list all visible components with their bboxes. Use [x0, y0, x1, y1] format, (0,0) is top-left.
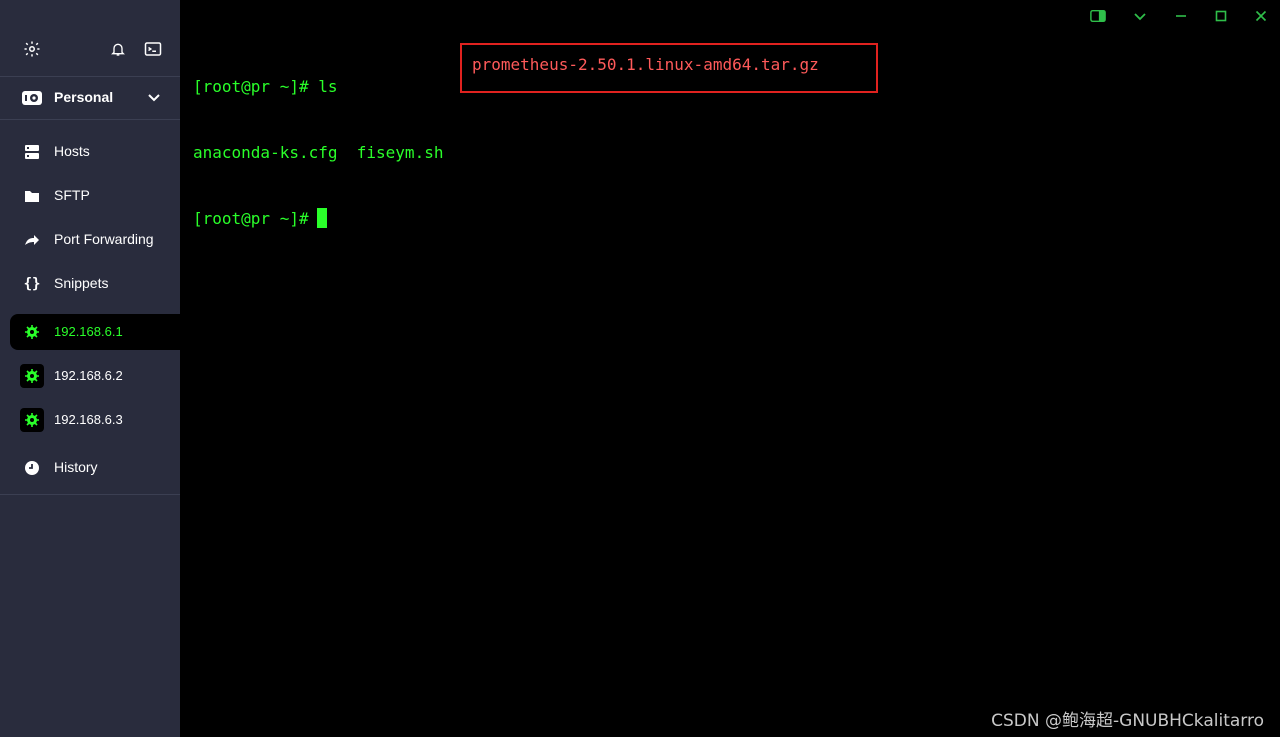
sidebar-item-label: History	[54, 459, 98, 475]
host-gear-icon	[20, 364, 44, 388]
terminal-output[interactable]: [root@pr ~]# ls anaconda-ks.cfg fiseym.s…	[193, 32, 443, 274]
sidebar-item-label: Hosts	[54, 143, 90, 159]
highlighted-file-entry: prometheus-2.50.1.linux-amd64.tar.gz	[472, 55, 819, 74]
terminal-cursor	[316, 208, 327, 228]
sidebar-item-sftp[interactable]: SFTP	[0, 178, 180, 214]
terminal-line: [root@pr ~]# ls	[193, 77, 338, 96]
bell-icon[interactable]	[108, 39, 128, 59]
file-entry: anaconda-ks.cfg	[193, 143, 338, 162]
sidebar-item-port-forwarding[interactable]: Port Forwarding	[0, 222, 180, 258]
sidebar: Personal Hosts SFTP Port Forwarding {} S…	[0, 0, 180, 737]
host-gear-icon	[20, 320, 44, 344]
sidebar-item-hosts[interactable]: Hosts	[0, 134, 180, 170]
file-entry: fiseym.sh	[356, 143, 444, 162]
host-tab-label: 192.168.6.2	[54, 368, 123, 383]
vault-icon	[22, 91, 42, 105]
host-tab-192-168-6-3[interactable]: 192.168.6.3	[0, 402, 180, 438]
terminal-icon[interactable]	[143, 39, 163, 59]
maximize-icon[interactable]	[1213, 8, 1229, 24]
sidebar-item-label: Port Forwarding	[54, 231, 154, 247]
terminal-prompt-line: [root@pr ~]#	[193, 208, 443, 230]
chevron-down-icon[interactable]	[1132, 8, 1148, 24]
host-tab-192-168-6-1[interactable]: 192.168.6.1	[10, 314, 180, 350]
app-window: Personal Hosts SFTP Port Forwarding {} S…	[0, 0, 1280, 737]
host-gear-icon	[20, 408, 44, 432]
sidebar-item-history[interactable]: History	[0, 450, 180, 486]
chevron-down-icon[interactable]	[146, 91, 162, 105]
terminal-line: anaconda-ks.cfg fiseym.sh	[193, 142, 443, 164]
divider	[0, 494, 180, 495]
host-tab-192-168-6-2[interactable]: 192.168.6.2	[0, 358, 180, 394]
split-view-icon[interactable]	[1090, 8, 1106, 24]
terminal-prompt: [root@pr ~]#	[193, 209, 309, 228]
minimize-icon[interactable]	[1173, 8, 1189, 24]
close-icon[interactable]	[1253, 8, 1269, 24]
sidebar-item-label: Snippets	[54, 275, 109, 291]
watermark: CSDN @鲍海超-GNUBHCkalitarro	[991, 711, 1264, 731]
vault-selector[interactable]: Personal	[0, 77, 180, 120]
curly-braces-icon: {}	[23, 276, 41, 292]
host-tab-label: 192.168.6.1	[54, 324, 123, 339]
window-controls	[1080, 0, 1280, 30]
folder-icon	[22, 186, 42, 206]
sidebar-item-snippets[interactable]: {} Snippets	[0, 266, 180, 302]
gear-icon[interactable]	[22, 39, 42, 59]
forward-arrow-icon	[22, 230, 42, 250]
server-icon	[22, 142, 42, 162]
vault-label: Personal	[54, 89, 114, 105]
sidebar-toolbar	[0, 0, 180, 77]
sidebar-item-label: SFTP	[54, 187, 90, 203]
clock-icon	[22, 458, 42, 478]
host-tab-label: 192.168.6.3	[54, 412, 123, 427]
